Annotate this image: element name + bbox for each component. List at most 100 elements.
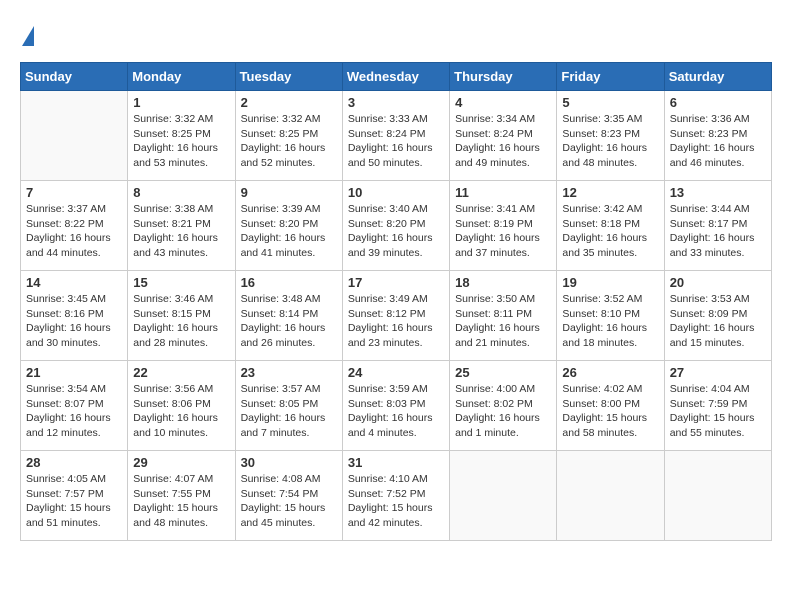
calendar-table: SundayMondayTuesdayWednesdayThursdayFrid… (20, 62, 772, 541)
day-number: 22 (133, 365, 229, 380)
calendar-cell: 1 Sunrise: 3:32 AMSunset: 8:25 PMDaylight… (128, 91, 235, 181)
cell-content: Sunrise: 3:33 AMSunset: 8:24 PMDaylight:… (348, 112, 444, 171)
calendar-week-row: 14 Sunrise: 3:45 AMSunset: 8:16 PMDayligh… (21, 271, 772, 361)
day-of-week-header: Monday (128, 63, 235, 91)
calendar-cell: 3 Sunrise: 3:33 AMSunset: 8:24 PMDaylight… (342, 91, 449, 181)
calendar-cell: 16 Sunrise: 3:48 AMSunset: 8:14 PMDayligh… (235, 271, 342, 361)
calendar-cell: 5 Sunrise: 3:35 AMSunset: 8:23 PMDaylight… (557, 91, 664, 181)
day-number: 23 (241, 365, 337, 380)
cell-content: Sunrise: 3:53 AMSunset: 8:09 PMDaylight:… (670, 292, 766, 351)
day-number: 29 (133, 455, 229, 470)
calendar-cell: 10Sunrise: 3:40 AMSunset: 8:20 PMDayligh… (342, 181, 449, 271)
day-number: 21 (26, 365, 122, 380)
day-number: 11 (455, 185, 551, 200)
calendar-cell: 7 Sunrise: 3:37 AMSunset: 8:22 PMDaylight… (21, 181, 128, 271)
calendar-header-row: SundayMondayTuesdayWednesdayThursdayFrid… (21, 63, 772, 91)
cell-content: Sunrise: 4:02 AMSunset: 8:00 PMDaylight:… (562, 382, 658, 441)
cell-content: Sunrise: 3:57 AMSunset: 8:05 PMDaylight:… (241, 382, 337, 441)
day-number: 4 (455, 95, 551, 110)
cell-content: Sunrise: 3:35 AMSunset: 8:23 PMDaylight:… (562, 112, 658, 171)
day-number: 26 (562, 365, 658, 380)
logo-text-block (20, 20, 36, 46)
calendar-cell: 18 Sunrise: 3:50 AMSunset: 8:11 PMDayligh… (450, 271, 557, 361)
calendar-cell: 21 Sunrise: 3:54 AMSunset: 8:07 PMDayligh… (21, 361, 128, 451)
day-of-week-header: Sunday (21, 63, 128, 91)
cell-content: Sunrise: 3:48 AMSunset: 8:14 PMDaylight:… (241, 292, 337, 351)
logo (20, 20, 36, 46)
day-number: 13 (670, 185, 766, 200)
day-of-week-header: Thursday (450, 63, 557, 91)
day-number: 18 (455, 275, 551, 290)
calendar-cell: 22 Sunrise: 3:56 AMSunset: 8:06 PMDayligh… (128, 361, 235, 451)
calendar-cell: 27 Sunrise: 4:04 AMSunset: 7:59 PMDayligh… (664, 361, 771, 451)
calendar-cell: 2 Sunrise: 3:32 AMSunset: 8:25 PMDaylight… (235, 91, 342, 181)
day-number: 7 (26, 185, 122, 200)
day-number: 24 (348, 365, 444, 380)
cell-content: Sunrise: 3:45 AMSunset: 8:16 PMDaylight:… (26, 292, 122, 351)
cell-content: Sunrise: 3:37 AMSunset: 8:22 PMDaylight:… (26, 202, 122, 261)
cell-content: Sunrise: 4:04 AMSunset: 7:59 PMDaylight:… (670, 382, 766, 441)
logo-triangle-icon (22, 26, 34, 46)
cell-content: Sunrise: 3:38 AMSunset: 8:21 PMDaylight:… (133, 202, 229, 261)
calendar-cell (450, 451, 557, 541)
cell-content: Sunrise: 3:32 AMSunset: 8:25 PMDaylight:… (241, 112, 337, 171)
cell-content: Sunrise: 3:54 AMSunset: 8:07 PMDaylight:… (26, 382, 122, 441)
cell-content: Sunrise: 3:50 AMSunset: 8:11 PMDaylight:… (455, 292, 551, 351)
calendar-week-row: 28 Sunrise: 4:05 AMSunset: 7:57 PMDayligh… (21, 451, 772, 541)
calendar-cell: 4 Sunrise: 3:34 AMSunset: 8:24 PMDaylight… (450, 91, 557, 181)
day-of-week-header: Tuesday (235, 63, 342, 91)
cell-content: Sunrise: 3:46 AMSunset: 8:15 PMDaylight:… (133, 292, 229, 351)
calendar-cell (557, 451, 664, 541)
day-number: 17 (348, 275, 444, 290)
day-number: 5 (562, 95, 658, 110)
cell-content: Sunrise: 3:36 AMSunset: 8:23 PMDaylight:… (670, 112, 766, 171)
cell-content: Sunrise: 3:40 AMSunset: 8:20 PMDaylight:… (348, 202, 444, 261)
cell-content: Sunrise: 3:34 AMSunset: 8:24 PMDaylight:… (455, 112, 551, 171)
calendar-cell: 17Sunrise: 3:49 AMSunset: 8:12 PMDayligh… (342, 271, 449, 361)
day-of-week-header: Saturday (664, 63, 771, 91)
calendar-cell: 25Sunrise: 4:00 AMSunset: 8:02 PMDayligh… (450, 361, 557, 451)
day-of-week-header: Wednesday (342, 63, 449, 91)
day-number: 6 (670, 95, 766, 110)
day-number: 19 (562, 275, 658, 290)
cell-content: Sunrise: 3:41 AMSunset: 8:19 PMDaylight:… (455, 202, 551, 261)
cell-content: Sunrise: 3:42 AMSunset: 8:18 PMDaylight:… (562, 202, 658, 261)
calendar-cell: 12Sunrise: 3:42 AMSunset: 8:18 PMDayligh… (557, 181, 664, 271)
calendar-week-row: 7 Sunrise: 3:37 AMSunset: 8:22 PMDaylight… (21, 181, 772, 271)
calendar-cell: 20Sunrise: 3:53 AMSunset: 8:09 PMDayligh… (664, 271, 771, 361)
calendar-week-row: 21 Sunrise: 3:54 AMSunset: 8:07 PMDayligh… (21, 361, 772, 451)
calendar-cell: 26 Sunrise: 4:02 AMSunset: 8:00 PMDayligh… (557, 361, 664, 451)
day-of-week-header: Friday (557, 63, 664, 91)
day-number: 2 (241, 95, 337, 110)
day-number: 14 (26, 275, 122, 290)
day-number: 27 (670, 365, 766, 380)
calendar-cell: 15 Sunrise: 3:46 AMSunset: 8:15 PMDayligh… (128, 271, 235, 361)
cell-content: Sunrise: 4:07 AMSunset: 7:55 PMDaylight:… (133, 472, 229, 531)
cell-content: Sunrise: 3:52 AMSunset: 8:10 PMDaylight:… (562, 292, 658, 351)
day-number: 8 (133, 185, 229, 200)
cell-content: Sunrise: 3:44 AMSunset: 8:17 PMDaylight:… (670, 202, 766, 261)
calendar-cell: 24Sunrise: 3:59 AMSunset: 8:03 PMDayligh… (342, 361, 449, 451)
cell-content: Sunrise: 4:08 AMSunset: 7:54 PMDaylight:… (241, 472, 337, 531)
calendar-cell: 8 Sunrise: 3:38 AMSunset: 8:21 PMDaylight… (128, 181, 235, 271)
calendar-cell: 6 Sunrise: 3:36 AMSunset: 8:23 PMDaylight… (664, 91, 771, 181)
cell-content: Sunrise: 3:56 AMSunset: 8:06 PMDaylight:… (133, 382, 229, 441)
day-number: 3 (348, 95, 444, 110)
cell-content: Sunrise: 4:10 AMSunset: 7:52 PMDaylight:… (348, 472, 444, 531)
calendar-cell (664, 451, 771, 541)
calendar-cell: 30 Sunrise: 4:08 AMSunset: 7:54 PMDayligh… (235, 451, 342, 541)
calendar-cell: 31Sunrise: 4:10 AMSunset: 7:52 PMDayligh… (342, 451, 449, 541)
day-number: 28 (26, 455, 122, 470)
calendar-cell: 9Sunrise: 3:39 AMSunset: 8:20 PMDaylight… (235, 181, 342, 271)
day-number: 15 (133, 275, 229, 290)
calendar-cell (21, 91, 128, 181)
cell-content: Sunrise: 4:05 AMSunset: 7:57 PMDaylight:… (26, 472, 122, 531)
day-number: 9 (241, 185, 337, 200)
calendar-week-row: 1 Sunrise: 3:32 AMSunset: 8:25 PMDaylight… (21, 91, 772, 181)
calendar-cell: 14 Sunrise: 3:45 AMSunset: 8:16 PMDayligh… (21, 271, 128, 361)
day-number: 1 (133, 95, 229, 110)
day-number: 16 (241, 275, 337, 290)
cell-content: Sunrise: 3:32 AMSunset: 8:25 PMDaylight:… (133, 112, 229, 171)
day-number: 30 (241, 455, 337, 470)
calendar-cell: 29 Sunrise: 4:07 AMSunset: 7:55 PMDayligh… (128, 451, 235, 541)
